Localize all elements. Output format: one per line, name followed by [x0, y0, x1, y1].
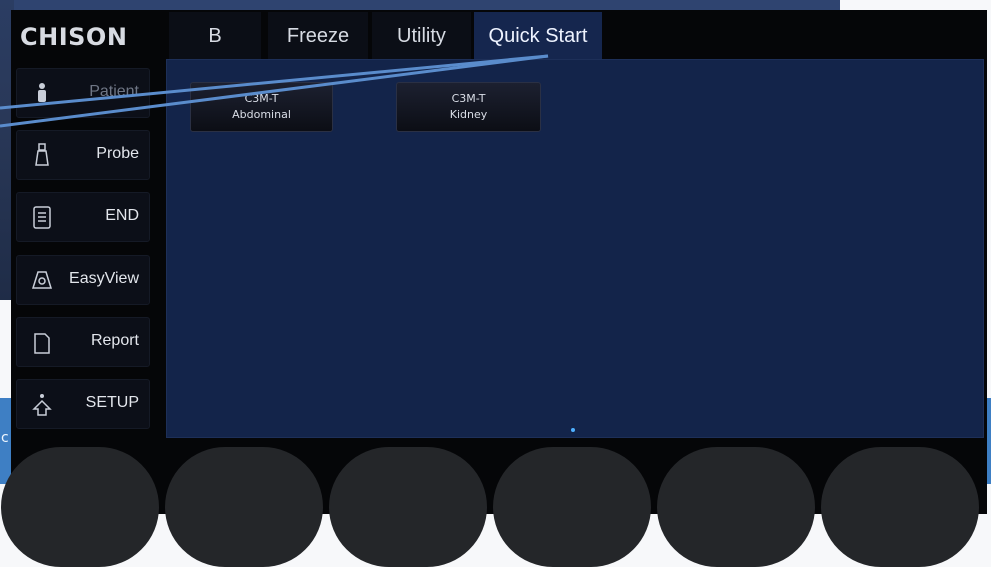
sidebar-item-setup[interactable]: SETUP	[16, 379, 150, 429]
sidebar-item-report[interactable]: Report	[16, 317, 150, 367]
hardware-knob[interactable]	[821, 447, 979, 567]
tab-b[interactable]: B	[169, 12, 261, 60]
preset-probe-label: C3M-T	[244, 92, 279, 105]
easyview-icon	[30, 268, 54, 294]
sidebar-item-label: END	[105, 207, 139, 224]
page-indicator-dot	[571, 428, 575, 432]
sidebar-item-end[interactable]: END	[16, 192, 150, 242]
quick-start-panel: C3M-T Abdominal C3M-T Kidney	[166, 59, 984, 438]
tab-freeze[interactable]: Freeze	[268, 12, 368, 60]
end-exam-icon	[30, 205, 54, 231]
sidebar-item-patient[interactable]: Patient	[16, 68, 150, 118]
sidebar-item-label: SETUP	[85, 394, 139, 411]
sidebar-item-probe[interactable]: Probe	[16, 130, 150, 180]
patient-icon	[30, 81, 54, 107]
probe-icon	[30, 143, 54, 169]
setup-icon	[30, 392, 54, 418]
hardware-knob[interactable]	[1, 447, 159, 567]
sidebar-item-easyview[interactable]: EasyView	[16, 255, 150, 305]
ultrasound-touchscreen: CHISON B Freeze Utility Quick Start Pati…	[1, 10, 987, 567]
hardware-knob[interactable]	[329, 447, 487, 567]
preset-button-kidney[interactable]: C3M-T Kidney	[396, 82, 541, 132]
report-icon	[30, 330, 54, 356]
hardware-knob[interactable]	[493, 447, 651, 567]
preset-exam-label: Kidney	[449, 108, 488, 121]
brand-logo: CHISON	[20, 23, 128, 51]
tab-utility[interactable]: Utility	[372, 12, 471, 60]
preset-button-abdominal[interactable]: C3M-T Abdominal	[190, 82, 333, 132]
preset-exam-label: Abdominal	[232, 108, 291, 121]
sidebar-item-label: EasyView	[69, 270, 139, 287]
hardware-knob[interactable]	[165, 447, 323, 567]
hardware-knob[interactable]	[657, 447, 815, 567]
sidebar-item-label: Probe	[96, 145, 139, 162]
sidebar-item-label: Patient	[89, 83, 139, 100]
sidebar-item-label: Report	[90, 332, 139, 349]
preset-probe-label: C3M-T	[451, 92, 486, 105]
tab-quick-start[interactable]: Quick Start	[474, 12, 602, 60]
